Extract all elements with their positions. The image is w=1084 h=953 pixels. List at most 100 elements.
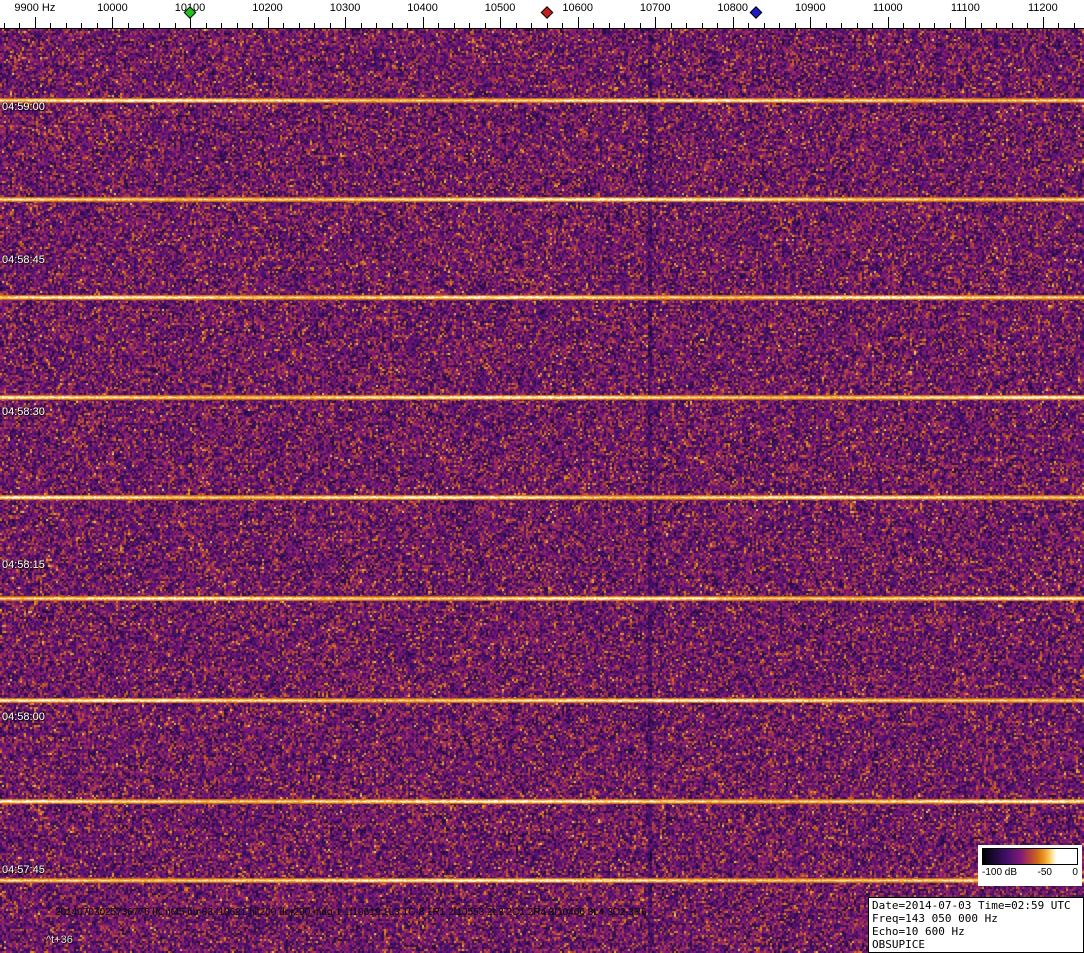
ruler-tick bbox=[562, 23, 564, 28]
ruler-tick bbox=[1042, 17, 1044, 28]
ruler-tick bbox=[500, 17, 502, 28]
ruler-tick bbox=[3, 23, 5, 28]
ruler-tick bbox=[980, 23, 982, 28]
colorbar-gradient bbox=[982, 848, 1078, 865]
ruler-tick bbox=[112, 17, 114, 28]
info-date-line: Date=2014-07-03 Time=02:59 UTC bbox=[872, 899, 1071, 912]
ruler-tick bbox=[577, 17, 579, 28]
ruler-tick bbox=[329, 23, 331, 28]
ruler-tick bbox=[65, 23, 67, 28]
ruler-tick bbox=[1058, 23, 1060, 28]
detection-status-line: 20140703025736776 hCnt45 nb-83 f10621 hi… bbox=[55, 907, 647, 918]
ruler-label: 11000 bbox=[872, 2, 903, 14]
colorbar-label-max: 0 bbox=[1072, 867, 1078, 878]
ruler-tick bbox=[360, 23, 362, 28]
ruler-tick bbox=[949, 23, 951, 28]
ruler-tick bbox=[127, 23, 129, 28]
ruler-tick bbox=[701, 23, 703, 28]
ruler-tick bbox=[856, 23, 858, 28]
ruler-tick bbox=[655, 17, 657, 28]
ruler-tick bbox=[732, 17, 734, 28]
ruler-tick bbox=[639, 23, 641, 28]
ruler-tick bbox=[174, 23, 176, 28]
ruler-tick bbox=[391, 23, 393, 28]
ruler-tick bbox=[1011, 23, 1013, 28]
ruler-tick bbox=[143, 23, 145, 28]
ruler-tick bbox=[19, 23, 21, 28]
ruler-tick bbox=[717, 23, 719, 28]
ruler-tick bbox=[810, 17, 812, 28]
ruler-tick bbox=[918, 23, 920, 28]
ruler-tick bbox=[1027, 23, 1029, 28]
ruler-tick bbox=[34, 17, 36, 28]
ruler-tick bbox=[407, 23, 409, 28]
ruler-label: 11100 bbox=[950, 2, 980, 14]
ruler-tick bbox=[779, 23, 781, 28]
colorbar-labels: -100 dB -50 0 bbox=[982, 867, 1078, 878]
ruler-tick bbox=[763, 23, 765, 28]
ruler-label: 10000 bbox=[97, 2, 128, 14]
ruler-tick bbox=[887, 17, 889, 28]
ruler-tick bbox=[531, 23, 533, 28]
ruler-tick bbox=[314, 23, 315, 28]
ruler-tick bbox=[903, 23, 905, 28]
ruler-tick bbox=[965, 17, 967, 28]
station-info-box: Date=2014-07-03 Time=02:59 UTC Freq=143 … bbox=[868, 897, 1084, 953]
ruler-tick bbox=[748, 23, 750, 28]
frequency-ruler: 9900 Hz100001010010200103001040010500106… bbox=[0, 0, 1084, 29]
ruler-tick bbox=[345, 17, 347, 28]
corner-note: ^t+36 bbox=[46, 934, 73, 946]
ruler-label: 10300 bbox=[329, 2, 361, 14]
ruler-tick bbox=[252, 23, 253, 28]
ruler-tick bbox=[221, 23, 222, 28]
ruler-tick bbox=[267, 17, 269, 28]
colorbar-panel: -100 dB -50 0 bbox=[978, 845, 1082, 886]
marker-red[interactable] bbox=[540, 6, 554, 19]
ruler-tick bbox=[298, 23, 300, 28]
info-echo-line: Echo=10 600 Hz bbox=[872, 925, 965, 938]
colorbar-label-min: -100 dB bbox=[982, 867, 1018, 878]
ruler-tick bbox=[283, 23, 284, 28]
ruler-label: 10800 bbox=[717, 2, 748, 14]
ruler-tick bbox=[515, 23, 517, 28]
ruler-tick bbox=[236, 23, 238, 28]
ruler-tick bbox=[794, 23, 796, 28]
ruler-tick bbox=[686, 23, 688, 28]
ruler-label: 10500 bbox=[484, 2, 516, 14]
ruler-tick bbox=[841, 23, 843, 28]
ruler-tick bbox=[546, 23, 548, 28]
colorbar-label-mid: -50 bbox=[1037, 867, 1052, 878]
ruler-tick bbox=[825, 23, 827, 28]
ruler-label: 10200 bbox=[252, 2, 283, 14]
ruler-tick bbox=[376, 23, 378, 28]
ruler-tick bbox=[934, 23, 936, 28]
ruler-tick bbox=[205, 23, 207, 28]
ruler-tick bbox=[50, 23, 52, 28]
info-freq-line: Freq=143 050 000 Hz bbox=[872, 912, 998, 925]
ruler-tick bbox=[1073, 23, 1075, 28]
marker-blue[interactable] bbox=[749, 6, 763, 19]
ruler-label: 10900 bbox=[795, 2, 826, 14]
ruler-label: 10600 bbox=[562, 2, 593, 14]
spectrogram-waterfall[interactable] bbox=[0, 29, 1084, 953]
spectrogram-window: 9900 Hz100001010010200103001040010500106… bbox=[0, 0, 1084, 953]
ruler-tick bbox=[996, 23, 998, 28]
ruler-tick bbox=[422, 17, 424, 28]
ruler-tick bbox=[593, 23, 595, 28]
ruler-tick bbox=[453, 23, 455, 28]
ruler-label: 10700 bbox=[639, 2, 671, 14]
ruler-tick bbox=[872, 23, 874, 28]
ruler-label: 9900 Hz bbox=[14, 2, 56, 14]
ruler-tick bbox=[81, 23, 83, 28]
ruler-tick bbox=[608, 23, 610, 28]
ruler-label: 10400 bbox=[407, 2, 438, 14]
ruler-tick bbox=[438, 23, 440, 28]
ruler-tick bbox=[159, 23, 160, 28]
ruler-tick bbox=[484, 23, 486, 28]
ruler-tick bbox=[624, 23, 626, 28]
ruler-tick bbox=[670, 23, 672, 28]
ruler-tick bbox=[469, 23, 471, 28]
ruler-label: 11200 bbox=[1028, 2, 1058, 14]
info-station-line: OBSUPICE bbox=[872, 938, 925, 951]
ruler-tick bbox=[96, 23, 98, 28]
